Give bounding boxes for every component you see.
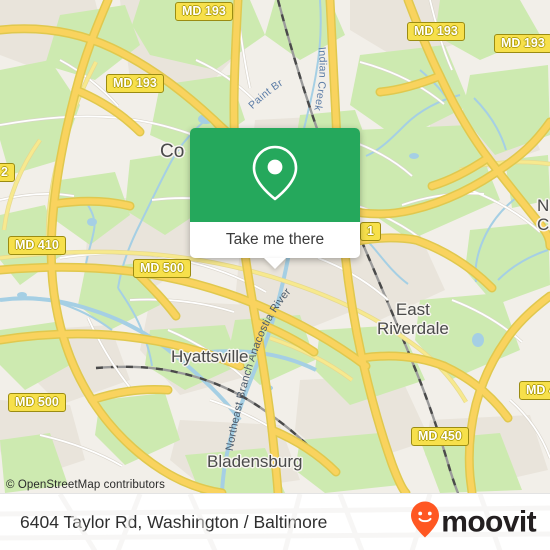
destination-card[interactable]: Take me there [190, 128, 360, 269]
shield-md-410-left: MD 410 [8, 236, 66, 255]
place-label-new-carrollton: N Car [537, 196, 550, 234]
map-pin-icon [248, 143, 302, 208]
shield-route-2: 2 [0, 163, 15, 182]
shield-md-193-right: MD 193 [494, 34, 550, 53]
moovit-map-screen: Indian Creek Paint Br Northeast Branch A… [0, 0, 550, 550]
footer-bar: 6404 Taylor Rd, Washington / Baltimore m… [0, 493, 550, 550]
shield-md-500-lower: MD 500 [8, 393, 66, 412]
shield-md-410-right: MD 43 [519, 381, 550, 400]
place-label-college-park: Co [160, 141, 185, 162]
shield-md-193-left: MD 193 [106, 74, 164, 93]
moovit-logo[interactable]: moovit [410, 501, 537, 544]
place-label-east-riverdale: East Riverdale [377, 300, 449, 338]
card-pin-area [190, 128, 360, 222]
card-pointer-tail [264, 258, 286, 269]
shield-md-450: MD 450 [411, 427, 469, 446]
place-label-hyattsville: Hyattsville [171, 347, 249, 366]
osm-attribution[interactable]: © OpenStreetMap contributors [6, 479, 165, 491]
shield-route-1: 1 [360, 222, 381, 241]
moovit-wordmark: moovit [441, 505, 536, 538]
moovit-pin-smile-icon [410, 501, 440, 544]
take-me-there-button[interactable]: Take me there [190, 222, 360, 258]
place-label-bladensburg: Bladensburg [207, 452, 303, 471]
take-me-there-label: Take me there [225, 231, 325, 248]
address-title: 6404 Taylor Rd, Washington / Baltimore [20, 511, 328, 532]
shield-md-193-mid: MD 193 [407, 22, 465, 41]
shield-md-500-upper: MD 500 [133, 259, 191, 278]
shield-md-193-top: MD 193 [175, 2, 233, 21]
